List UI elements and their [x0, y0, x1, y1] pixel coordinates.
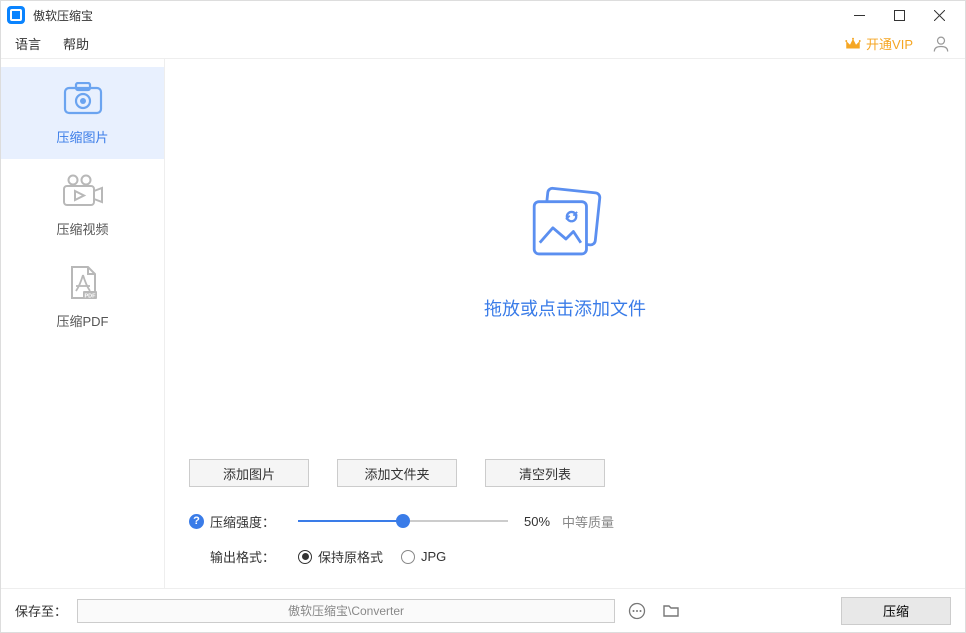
sidebar-item-video[interactable]: 压缩视频	[1, 159, 164, 251]
drop-hint: 拖放或点击添加文件	[484, 295, 646, 321]
menubar: 语言 帮助 开通VIP	[1, 29, 965, 59]
save-path-input[interactable]	[77, 599, 615, 623]
sidebar-item-pdf[interactable]: PDF 压缩PDF	[1, 251, 164, 343]
strength-hint: 中等质量	[562, 512, 614, 531]
crown-icon	[844, 35, 862, 53]
maximize-icon	[894, 10, 905, 21]
app-logo-icon	[7, 6, 25, 24]
app-title: 傲软压缩宝	[33, 7, 93, 24]
slider-thumb[interactable]	[396, 514, 410, 528]
strength-slider[interactable]	[298, 511, 508, 531]
close-button[interactable]	[919, 1, 959, 29]
controls-panel: 添加图片 添加文件夹 清空列表 ? 压缩强度： 50% 中等质量 输出格式：	[165, 445, 965, 588]
radio-label: JPG	[421, 549, 446, 564]
radio-jpg[interactable]: JPG	[401, 549, 446, 564]
svg-text:PDF: PDF	[84, 293, 96, 299]
radio-label: 保持原格式	[318, 547, 383, 566]
menu-language[interactable]: 语言	[15, 34, 41, 53]
vip-button[interactable]: 开通VIP	[844, 34, 913, 53]
sidebar-item-image[interactable]: 压缩图片	[1, 67, 164, 159]
sidebar-item-label: 压缩PDF	[56, 311, 108, 330]
add-image-button[interactable]: 添加图片	[189, 459, 309, 487]
sidebar-item-label: 压缩图片	[56, 127, 108, 146]
maximize-button[interactable]	[879, 1, 919, 29]
more-button[interactable]	[625, 599, 649, 623]
browse-folder-button[interactable]	[659, 599, 683, 623]
menu-help[interactable]: 帮助	[63, 34, 89, 53]
info-icon[interactable]: ?	[189, 514, 204, 529]
strength-label: 压缩强度：	[210, 512, 280, 531]
video-icon	[62, 174, 104, 208]
radio-dot-icon	[401, 550, 415, 564]
strength-value: 50%	[524, 514, 550, 529]
add-folder-button[interactable]: 添加文件夹	[337, 459, 457, 487]
more-icon	[628, 602, 646, 620]
vip-label: 开通VIP	[866, 34, 913, 53]
minimize-button[interactable]	[839, 1, 879, 29]
footer: 保存至： 压缩	[1, 588, 965, 632]
sidebar-item-label: 压缩视频	[56, 219, 108, 238]
camera-icon	[62, 82, 104, 116]
radio-keep-format[interactable]: 保持原格式	[298, 547, 383, 566]
sidebar: 压缩图片 压缩视频 PDF	[1, 59, 165, 588]
close-icon	[934, 10, 945, 21]
pdf-icon: PDF	[65, 265, 101, 301]
drop-area[interactable]: 拖放或点击添加文件	[165, 59, 965, 445]
user-icon[interactable]	[931, 34, 951, 54]
clear-list-button[interactable]: 清空列表	[485, 459, 605, 487]
titlebar: 傲软压缩宝	[1, 1, 965, 29]
compress-button[interactable]: 压缩	[841, 597, 951, 625]
folder-icon	[662, 602, 680, 620]
minimize-icon	[854, 10, 865, 21]
output-format-label: 输出格式：	[210, 547, 280, 566]
save-to-label: 保存至：	[15, 601, 67, 620]
radio-dot-icon	[298, 550, 312, 564]
image-stack-icon	[523, 183, 607, 267]
